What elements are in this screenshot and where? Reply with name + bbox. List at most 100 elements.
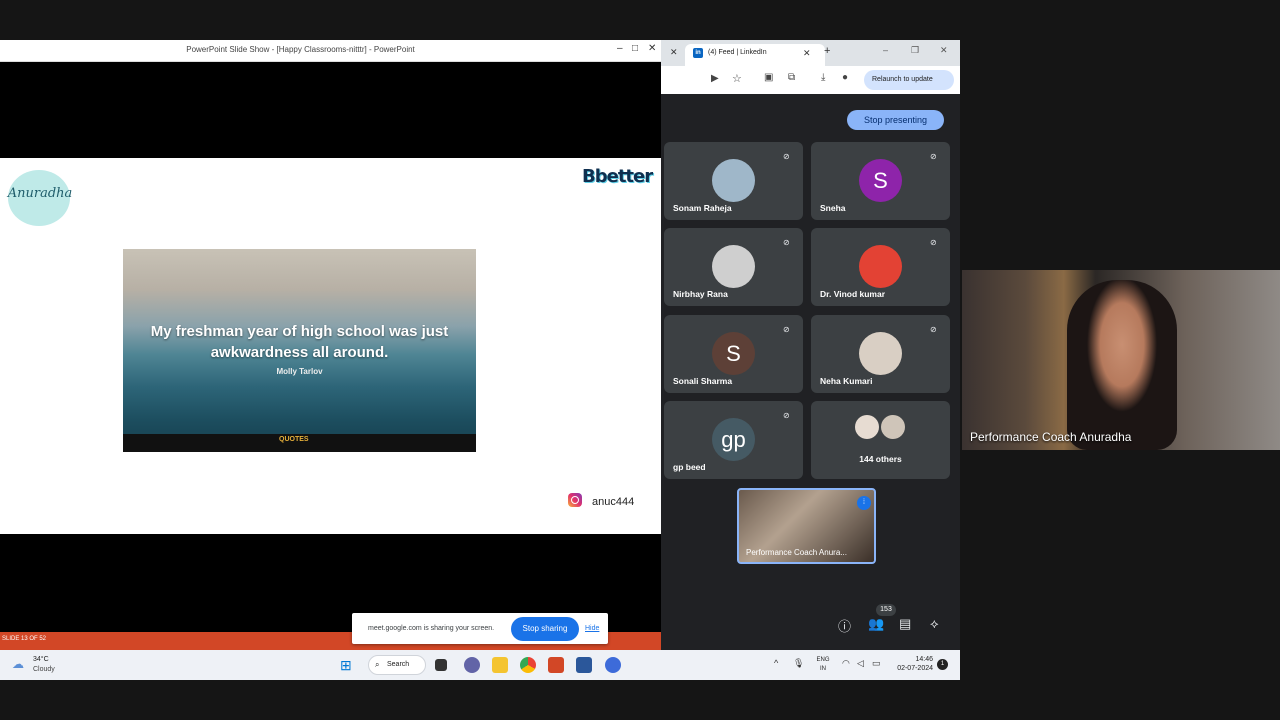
share-message: meet.google.com is sharing your screen. xyxy=(368,625,495,632)
word-icon[interactable] xyxy=(576,657,592,673)
hide-link[interactable]: Hide xyxy=(585,625,599,632)
browser-toolbar: ▶ ☆ ▣ ⧉ ⤓ ● Relaunch to update xyxy=(661,66,960,94)
quote-text: My freshman year of high school was just… xyxy=(150,323,449,361)
volume-icon[interactable]: ◁ xyxy=(857,658,864,669)
window-title: PowerPoint Slide Show - [Happy Classroom… xyxy=(186,45,415,54)
tab-label: (4) Feed | LinkedIn xyxy=(708,49,767,56)
self-view-tile[interactable]: ⁞ Performance Coach Anura... xyxy=(737,488,876,564)
language-code: ENG xyxy=(816,657,830,663)
minimize-icon[interactable]: – xyxy=(617,43,623,54)
logo-text: Anuradha xyxy=(7,186,73,201)
presenter-video xyxy=(1067,280,1177,450)
search-label: Search xyxy=(387,661,410,668)
chevron-up-icon[interactable]: ^ xyxy=(774,658,778,668)
relaunch-button[interactable]: Relaunch to update xyxy=(864,70,954,90)
chat-icon[interactable]: ▤ xyxy=(899,616,911,632)
chrome-icon[interactable] xyxy=(520,657,536,673)
instagram-icon xyxy=(568,493,582,507)
others-label: 144 others xyxy=(859,454,902,464)
notification-badge[interactable]: 1 xyxy=(937,659,948,670)
clock-date[interactable]: 02-07-2024 xyxy=(885,665,933,672)
close-icon[interactable]: ✕ xyxy=(648,43,656,54)
download-icon[interactable]: ⤓ xyxy=(821,72,825,83)
participant-tile[interactable]: S ⊘ Sneha xyxy=(811,142,950,220)
media-icon[interactable]: ▣ xyxy=(764,72,773,83)
bookmark-star-icon[interactable]: ☆ xyxy=(732,72,742,85)
mic-off-icon: ⊘ xyxy=(783,238,790,247)
powerpoint-window: PowerPoint Slide Show - [Happy Classroom… xyxy=(0,40,661,650)
mic-off-icon: ⊘ xyxy=(930,238,937,247)
participant-name: Sneha xyxy=(820,203,846,213)
participant-name: gp beed xyxy=(673,462,706,472)
instagram-handle: anuc444 xyxy=(592,496,635,508)
minimize-icon[interactable]: – xyxy=(883,45,888,55)
weather-description: Cloudy xyxy=(33,666,55,673)
participant-name: Sonam Raheja xyxy=(673,203,732,213)
battery-icon[interactable]: ▭ xyxy=(872,658,881,669)
zoom-icon[interactable] xyxy=(605,657,621,673)
avatar xyxy=(712,159,755,202)
mic-off-icon: ⊘ xyxy=(930,152,937,161)
stop-presenting-button[interactable]: Stop presenting xyxy=(847,110,944,130)
screen-share-bar: meet.google.com is sharing your screen. … xyxy=(352,613,608,644)
taskbar-search[interactable]: ⌕ Search xyxy=(368,655,426,675)
activities-icon[interactable]: ⟡ xyxy=(930,616,939,632)
brand-logo: Bbetter xyxy=(582,166,653,187)
participant-tile[interactable]: S ⊘ Sonali Sharma xyxy=(664,315,803,393)
restore-icon[interactable]: ❐ xyxy=(911,45,919,56)
close-window-icon[interactable]: ✕ xyxy=(940,45,948,56)
participant-tile[interactable]: ⊘ Sonam Raheja xyxy=(664,142,803,220)
close-tab-icon[interactable]: ✕ xyxy=(670,47,678,58)
quote-brand: QUOTES xyxy=(279,436,309,443)
slide: Anuradha Bbetter My freshman year of hig… xyxy=(0,158,661,534)
wifi-icon[interactable]: ◠ xyxy=(842,658,850,669)
avatar xyxy=(881,415,905,439)
new-tab-icon[interactable]: + xyxy=(824,45,830,57)
weather-temperature: 34°C xyxy=(33,656,49,663)
maximize-icon[interactable]: □ xyxy=(632,43,638,54)
avatar: S xyxy=(712,332,755,375)
profile-icon[interactable]: ● xyxy=(842,72,848,83)
quote-image: My freshman year of high school was just… xyxy=(123,249,476,452)
cloud-icon[interactable]: ☁ xyxy=(12,657,24,671)
participant-name: Sonali Sharma xyxy=(673,376,733,386)
avatar: S xyxy=(859,159,902,202)
extensions-icon[interactable]: ⧉ xyxy=(788,72,795,83)
search-icon: ⌕ xyxy=(375,660,380,669)
task-view-icon[interactable] xyxy=(435,659,447,671)
tab-linkedin[interactable]: in (4) Feed | LinkedIn ✕ xyxy=(685,44,825,66)
linkedin-icon: in xyxy=(693,48,703,58)
mic-icon[interactable]: 🎙 xyxy=(793,658,804,669)
windows-taskbar: ☁ 34°C Cloudy ⊞ ⌕ Search ^ 🎙 ENG IN ◠ ◁ … xyxy=(0,650,960,680)
participant-name: Nirbhay Rana xyxy=(673,289,728,299)
info-icon[interactable]: ⓘ xyxy=(838,616,851,635)
mic-off-icon: ⊘ xyxy=(783,325,790,334)
slide-counter: SLIDE 13 OF 52 xyxy=(2,636,47,642)
avatar: gp xyxy=(712,418,755,461)
stop-sharing-button[interactable]: Stop sharing xyxy=(511,617,579,641)
camera-icon[interactable]: ▶ xyxy=(711,73,719,84)
participant-tile[interactable]: ⊘ Neha Kumari xyxy=(811,315,950,393)
teams-icon[interactable] xyxy=(464,657,480,673)
file-explorer-icon[interactable] xyxy=(492,657,508,673)
avatar xyxy=(855,415,879,439)
powerpoint-icon[interactable] xyxy=(548,657,564,673)
camera-feed: Performance Coach Anuradha xyxy=(962,270,1280,450)
language-indicator[interactable]: ENG IN xyxy=(814,656,832,674)
clock-time[interactable]: 14:46 xyxy=(897,656,933,663)
participant-name: Neha Kumari xyxy=(820,376,873,386)
windows-start-icon[interactable]: ⊞ xyxy=(340,657,352,674)
avatar xyxy=(859,245,902,288)
participant-name: Dr. Vinod kumar xyxy=(820,289,886,299)
avatar xyxy=(712,245,755,288)
others-tile[interactable]: 144 others xyxy=(811,401,950,479)
participant-tile[interactable]: ⊘ Nirbhay Rana xyxy=(664,228,803,306)
close-icon[interactable]: ✕ xyxy=(803,48,811,59)
powerpoint-title-bar: PowerPoint Slide Show - [Happy Classroom… xyxy=(0,40,661,62)
people-icon[interactable]: 👥 xyxy=(868,616,884,632)
mic-off-icon: ⊘ xyxy=(783,152,790,161)
participant-tile[interactable]: gp ⊘ gp beed xyxy=(664,401,803,479)
self-name: Performance Coach Anura... xyxy=(746,548,847,557)
mic-off-icon: ⊘ xyxy=(930,325,937,334)
participant-tile[interactable]: ⊘ Dr. Vinod kumar xyxy=(811,228,950,306)
